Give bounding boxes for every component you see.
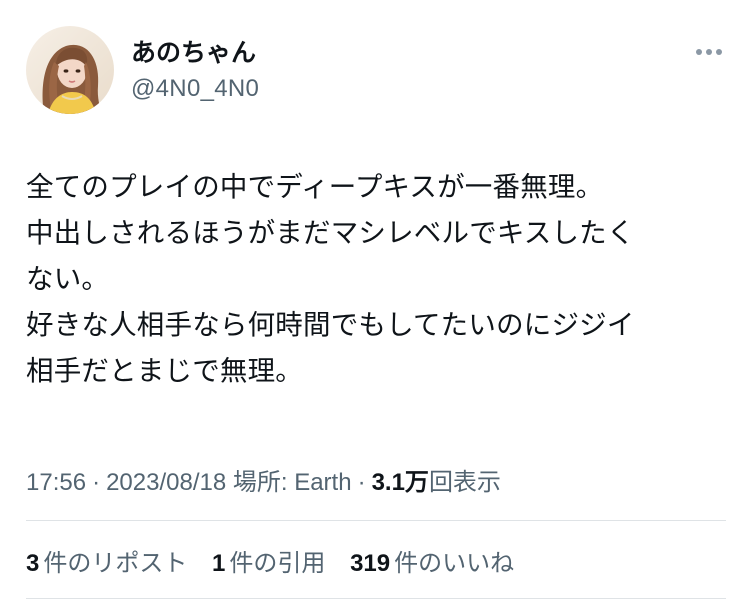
quotes-label: 件の引用	[229, 550, 326, 577]
likes-stat[interactable]: 319 件のいいね	[350, 543, 514, 578]
likes-count: 319	[350, 550, 391, 577]
reposts-label: 件のリポスト	[43, 550, 188, 577]
more-options-button[interactable]	[689, 40, 729, 64]
display-name[interactable]: あのちゃん	[131, 33, 256, 69]
user-handle[interactable]: @4N0_4N0	[131, 75, 259, 103]
divider	[26, 598, 726, 599]
quotes-stat[interactable]: 1 件の引用	[212, 543, 325, 578]
avatar-image	[26, 26, 114, 114]
tweet-text-line: 好きな人相手なら何時間でもしてたいのにジジイ	[26, 309, 635, 341]
tweet-text-line: ない。	[26, 263, 110, 295]
divider	[26, 520, 726, 521]
tweet-text-line: 相手だとまじで無理。	[26, 355, 303, 387]
reposts-stat[interactable]: 3 件のリポスト	[26, 543, 187, 578]
likes-label: 件のいいね	[394, 550, 515, 577]
tweet-text-line: 中出しされるほうがまだマシレベルでキスしたく	[26, 217, 635, 249]
views-count: 3.1万	[371, 469, 429, 496]
meta-separator: ·	[92, 469, 101, 496]
tweet-location: 場所: Earth	[232, 469, 352, 496]
more-horizontal-icon	[696, 49, 722, 55]
tweet-date[interactable]: 2023/08/18	[106, 469, 226, 496]
engagement-stats: 3 件のリポスト 1 件の引用 319 件のいいね	[26, 543, 532, 578]
avatar[interactable]	[26, 26, 114, 114]
tweet-meta: 17:56 · 2023/08/18 場所: Earth · 3.1万回表示	[26, 462, 501, 497]
tweet-card: あのちゃん @4N0_4N0 全てのプレイの中でディープキスが一番無理。 中出し…	[0, 0, 750, 606]
tweet-text-line: 全てのプレイの中でディープキスが一番無理。	[26, 171, 604, 203]
reposts-count: 3	[26, 550, 40, 577]
views-label: 回表示	[428, 469, 501, 496]
meta-separator: ·	[357, 469, 366, 496]
tweet-time[interactable]: 17:56	[26, 469, 86, 496]
tweet-text: 全てのプレイの中でディープキスが一番無理。 中出しされるほうがまだマシレベルでキ…	[26, 164, 726, 394]
quotes-count: 1	[212, 550, 226, 577]
